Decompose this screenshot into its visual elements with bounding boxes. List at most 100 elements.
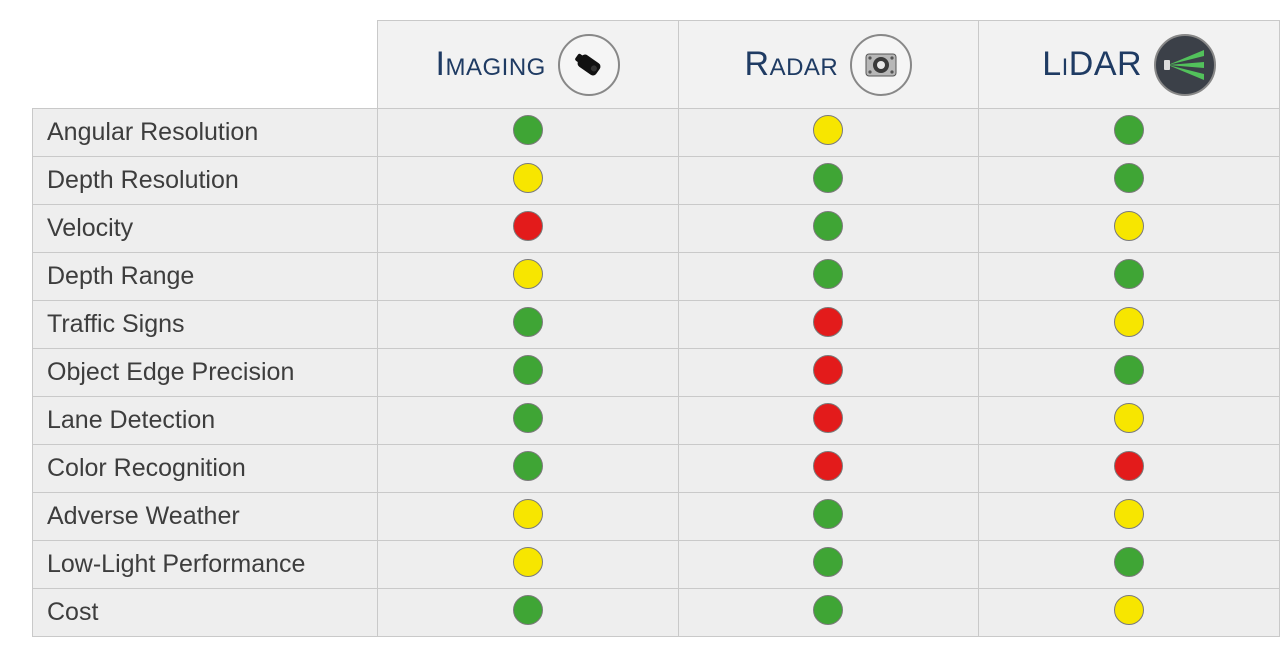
header-lidar: LiDAR bbox=[979, 21, 1280, 109]
rating-cell bbox=[678, 301, 979, 349]
green-dot-icon bbox=[1114, 355, 1144, 385]
green-dot-icon bbox=[513, 355, 543, 385]
rating-cell bbox=[678, 109, 979, 157]
rating-cell bbox=[678, 397, 979, 445]
table-row: Depth Resolution bbox=[33, 157, 1280, 205]
rating-cell bbox=[377, 445, 678, 493]
red-dot-icon bbox=[513, 211, 543, 241]
green-dot-icon bbox=[813, 595, 843, 625]
rating-cell bbox=[377, 205, 678, 253]
comparison-table: Imaging bbox=[32, 20, 1280, 637]
yellow-dot-icon bbox=[1114, 211, 1144, 241]
green-dot-icon bbox=[513, 115, 543, 145]
rating-cell bbox=[377, 541, 678, 589]
red-dot-icon bbox=[813, 403, 843, 433]
header-label-lidar: LiDAR bbox=[1042, 45, 1142, 84]
rating-cell bbox=[979, 301, 1280, 349]
lidar-scan-icon bbox=[1154, 34, 1216, 96]
header-row: Imaging bbox=[33, 21, 1280, 109]
red-dot-icon bbox=[813, 451, 843, 481]
yellow-dot-icon bbox=[1114, 403, 1144, 433]
green-dot-icon bbox=[1114, 163, 1144, 193]
rating-cell bbox=[979, 541, 1280, 589]
header-label-radar: Radar bbox=[745, 45, 839, 84]
green-dot-icon bbox=[813, 499, 843, 529]
rating-cell bbox=[377, 109, 678, 157]
rating-cell bbox=[678, 253, 979, 301]
rating-cell bbox=[377, 157, 678, 205]
rating-cell bbox=[979, 397, 1280, 445]
table-row: Velocity bbox=[33, 205, 1280, 253]
red-dot-icon bbox=[1114, 451, 1144, 481]
rating-cell bbox=[678, 157, 979, 205]
table-row: Depth Range bbox=[33, 253, 1280, 301]
rating-cell bbox=[678, 589, 979, 637]
row-label: Color Recognition bbox=[33, 445, 378, 493]
rating-cell bbox=[979, 109, 1280, 157]
yellow-dot-icon bbox=[1114, 595, 1144, 625]
radar-sensor-icon bbox=[850, 34, 912, 96]
row-label: Angular Resolution bbox=[33, 109, 378, 157]
green-dot-icon bbox=[513, 307, 543, 337]
table-row: Traffic Signs bbox=[33, 301, 1280, 349]
table-row: Lane Detection bbox=[33, 397, 1280, 445]
green-dot-icon bbox=[813, 259, 843, 289]
yellow-dot-icon bbox=[513, 499, 543, 529]
table-row: Low-Light Performance bbox=[33, 541, 1280, 589]
rating-cell bbox=[678, 445, 979, 493]
rating-cell bbox=[979, 493, 1280, 541]
rating-cell bbox=[377, 349, 678, 397]
table-row: Angular Resolution bbox=[33, 109, 1280, 157]
yellow-dot-icon bbox=[1114, 499, 1144, 529]
row-label: Adverse Weather bbox=[33, 493, 378, 541]
green-dot-icon bbox=[513, 451, 543, 481]
header-blank bbox=[33, 21, 378, 109]
table-row: Adverse Weather bbox=[33, 493, 1280, 541]
green-dot-icon bbox=[1114, 115, 1144, 145]
rating-cell bbox=[678, 541, 979, 589]
rating-cell bbox=[678, 205, 979, 253]
yellow-dot-icon bbox=[513, 163, 543, 193]
green-dot-icon bbox=[513, 595, 543, 625]
row-label: Low-Light Performance bbox=[33, 541, 378, 589]
green-dot-icon bbox=[813, 211, 843, 241]
yellow-dot-icon bbox=[813, 115, 843, 145]
yellow-dot-icon bbox=[513, 547, 543, 577]
green-dot-icon bbox=[1114, 547, 1144, 577]
rating-cell bbox=[979, 589, 1280, 637]
rating-cell bbox=[979, 157, 1280, 205]
row-label: Object Edge Precision bbox=[33, 349, 378, 397]
yellow-dot-icon bbox=[513, 259, 543, 289]
yellow-dot-icon bbox=[1114, 307, 1144, 337]
rating-cell bbox=[377, 493, 678, 541]
row-label: Traffic Signs bbox=[33, 301, 378, 349]
red-dot-icon bbox=[813, 307, 843, 337]
rating-cell bbox=[678, 349, 979, 397]
table-body: Angular ResolutionDepth ResolutionVeloci… bbox=[33, 109, 1280, 637]
green-dot-icon bbox=[513, 403, 543, 433]
rating-cell bbox=[377, 301, 678, 349]
red-dot-icon bbox=[813, 355, 843, 385]
table-row: Object Edge Precision bbox=[33, 349, 1280, 397]
rating-cell bbox=[377, 397, 678, 445]
green-dot-icon bbox=[813, 547, 843, 577]
table-row: Cost bbox=[33, 589, 1280, 637]
rating-cell bbox=[979, 445, 1280, 493]
rating-cell bbox=[979, 253, 1280, 301]
row-label: Cost bbox=[33, 589, 378, 637]
row-label: Depth Range bbox=[33, 253, 378, 301]
table-row: Color Recognition bbox=[33, 445, 1280, 493]
header-radar: Radar bbox=[678, 21, 979, 109]
rating-cell bbox=[979, 205, 1280, 253]
row-label: Velocity bbox=[33, 205, 378, 253]
row-label: Lane Detection bbox=[33, 397, 378, 445]
sensor-comparison-chart: Imaging bbox=[0, 20, 1280, 666]
camera-icon bbox=[558, 34, 620, 96]
green-dot-icon bbox=[1114, 259, 1144, 289]
rating-cell bbox=[678, 493, 979, 541]
green-dot-icon bbox=[813, 163, 843, 193]
header-label-imaging: Imaging bbox=[436, 45, 546, 84]
rating-cell bbox=[377, 589, 678, 637]
rating-cell bbox=[979, 349, 1280, 397]
header-imaging: Imaging bbox=[377, 21, 678, 109]
